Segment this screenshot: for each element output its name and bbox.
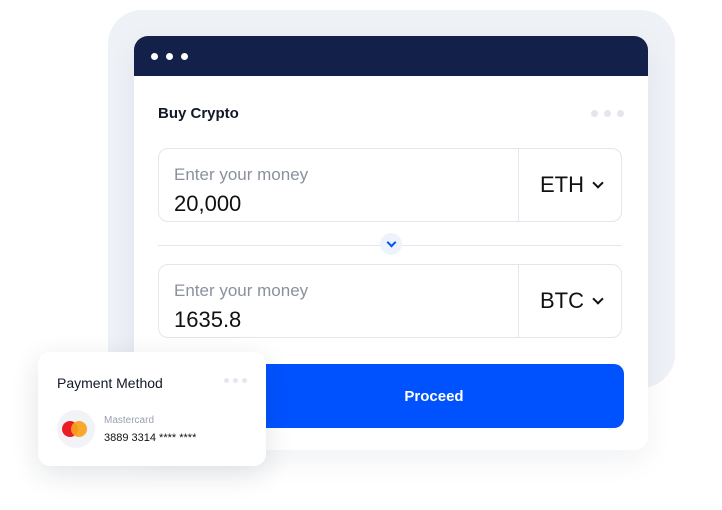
from-amount-field[interactable]: Enter your money 20,000 ETH [158, 148, 622, 222]
swap-button[interactable] [380, 233, 402, 255]
window-dot-icon [151, 53, 158, 60]
payment-method-title: Payment Method [57, 375, 163, 391]
from-currency-code: ETH [540, 172, 584, 197]
card-brand-name: Mastercard [104, 415, 155, 426]
to-amount-field[interactable]: Enter your money 1635.8 BTC [158, 264, 622, 338]
to-amount-input[interactable]: 1635.8 [174, 307, 241, 333]
window-dot-icon [181, 53, 188, 60]
chevron-down-icon [592, 177, 604, 189]
from-amount-label: Enter your money [174, 165, 309, 184]
window-titlebar [134, 36, 648, 76]
widget-title: Buy Crypto [158, 105, 239, 122]
chevron-down-icon [386, 237, 396, 248]
more-options-icon[interactable] [224, 378, 247, 383]
from-currency-select[interactable]: ETH [519, 149, 623, 221]
to-currency-select[interactable]: BTC [519, 265, 623, 337]
from-amount-input[interactable]: 20,000 [174, 191, 241, 217]
stage: Buy Crypto Enter your money 20,000 ETH E… [0, 0, 722, 510]
chevron-down-icon [592, 293, 604, 305]
window-dot-icon [166, 53, 173, 60]
card-number: 3889 3314 **** **** [104, 432, 197, 444]
payment-method-card[interactable]: Payment Method Mastercard 3889 3314 ****… [38, 352, 266, 466]
more-options-icon[interactable] [591, 110, 624, 117]
to-currency-code: BTC [540, 288, 584, 313]
to-amount-label: Enter your money [174, 281, 309, 300]
mastercard-icon [57, 410, 95, 448]
proceed-button[interactable]: Proceed [244, 364, 624, 428]
